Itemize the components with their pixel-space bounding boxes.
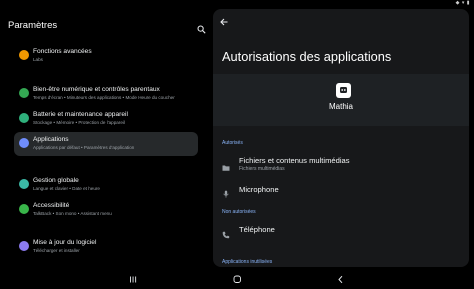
settings-item-digital-wellbeing[interactable]: Bien-être numérique et contrôles parenta… (14, 82, 198, 106)
settings-list-pane: Paramètres Fonctions avancées Labs Bien-… (0, 9, 212, 267)
settings-title: Paramètres (8, 20, 58, 31)
navigation-bar (0, 267, 474, 284)
denied-section-header: Non autorisées (222, 209, 256, 215)
back-nav-icon[interactable] (336, 271, 346, 284)
settings-item-label: Accessibilité (33, 202, 70, 209)
settings-item-sub: Temps d'écran • Minuteurs des applicatio… (33, 95, 175, 100)
settings-item-general-management[interactable]: Gestion globale Langue et clavier • Date… (14, 173, 198, 197)
home-icon[interactable] (232, 271, 242, 283)
settings-item-label: Gestion globale (33, 177, 79, 184)
settings-item-battery-care[interactable]: Batterie et maintenance appareil Stockag… (14, 107, 198, 131)
settings-item-label: Bien-être numérique et contrôles parenta… (33, 86, 160, 93)
settings-item-label: Batterie et maintenance appareil (33, 111, 128, 118)
settings-item-sub: Applications par défaut • Paramètres d'a… (33, 145, 135, 150)
app-icon (336, 83, 351, 98)
accessibility-icon (19, 204, 29, 214)
settings-item-sub: Langue et clavier • Date et heure (33, 186, 100, 191)
settings-item-applications[interactable]: Applications Applications par défaut • P… (14, 132, 198, 156)
settings-item-sub: TalkBack • Son mono • Assistant menu (33, 211, 112, 216)
permission-label: Téléphone (239, 225, 275, 234)
settings-item-sub: Télécharger et installer (33, 248, 80, 253)
allowed-section-header: Autorisés (222, 140, 243, 146)
settings-item-accessibility[interactable]: Accessibilité TalkBack • Son mono • Assi… (14, 198, 198, 222)
permission-label: Fichiers et contenus multimédias (239, 156, 350, 165)
status-icons: ◆ ▾ ▮ (455, 0, 470, 6)
digital-wellbeing-icon (19, 88, 29, 98)
permission-sub: Fichiers multimédias (239, 166, 285, 172)
app-name: Mathia (328, 102, 353, 111)
permission-label: Microphone (239, 185, 279, 194)
general-management-icon (19, 179, 29, 189)
battery-care-icon (19, 113, 29, 123)
applications-icon (19, 138, 29, 148)
microphone-icon (222, 185, 230, 198)
page-title: Autorisations des applications (222, 49, 392, 64)
software-update-icon (19, 241, 29, 251)
app-header-card: Mathia (213, 74, 469, 126)
search-icon[interactable] (197, 21, 206, 34)
settings-item-label: Applications (33, 136, 69, 143)
advanced-features-icon (19, 50, 29, 60)
settings-item-sub: Labs (33, 57, 43, 62)
settings-item-software-update[interactable]: Mise à jour du logiciel Télécharger et i… (14, 235, 198, 259)
settings-item-advanced-features[interactable]: Fonctions avancées Labs (14, 44, 198, 68)
unused-apps-section-header: Applications inutilisées (222, 259, 273, 265)
settings-item-label: Fonctions avancées (33, 48, 92, 55)
status-bar: ◆ ▾ ▮ (0, 0, 474, 9)
recent-apps-icon[interactable] (128, 271, 138, 283)
back-arrow-icon[interactable] (219, 14, 229, 26)
app-permissions-pane: Autorisations des applications Mathia Au… (213, 9, 469, 267)
settings-item-label: Mise à jour du logiciel (33, 239, 97, 246)
folder-icon (222, 159, 230, 171)
phone-icon (222, 226, 230, 239)
settings-item-sub: Stockage • Mémoire • Protection de l'app… (33, 120, 125, 125)
